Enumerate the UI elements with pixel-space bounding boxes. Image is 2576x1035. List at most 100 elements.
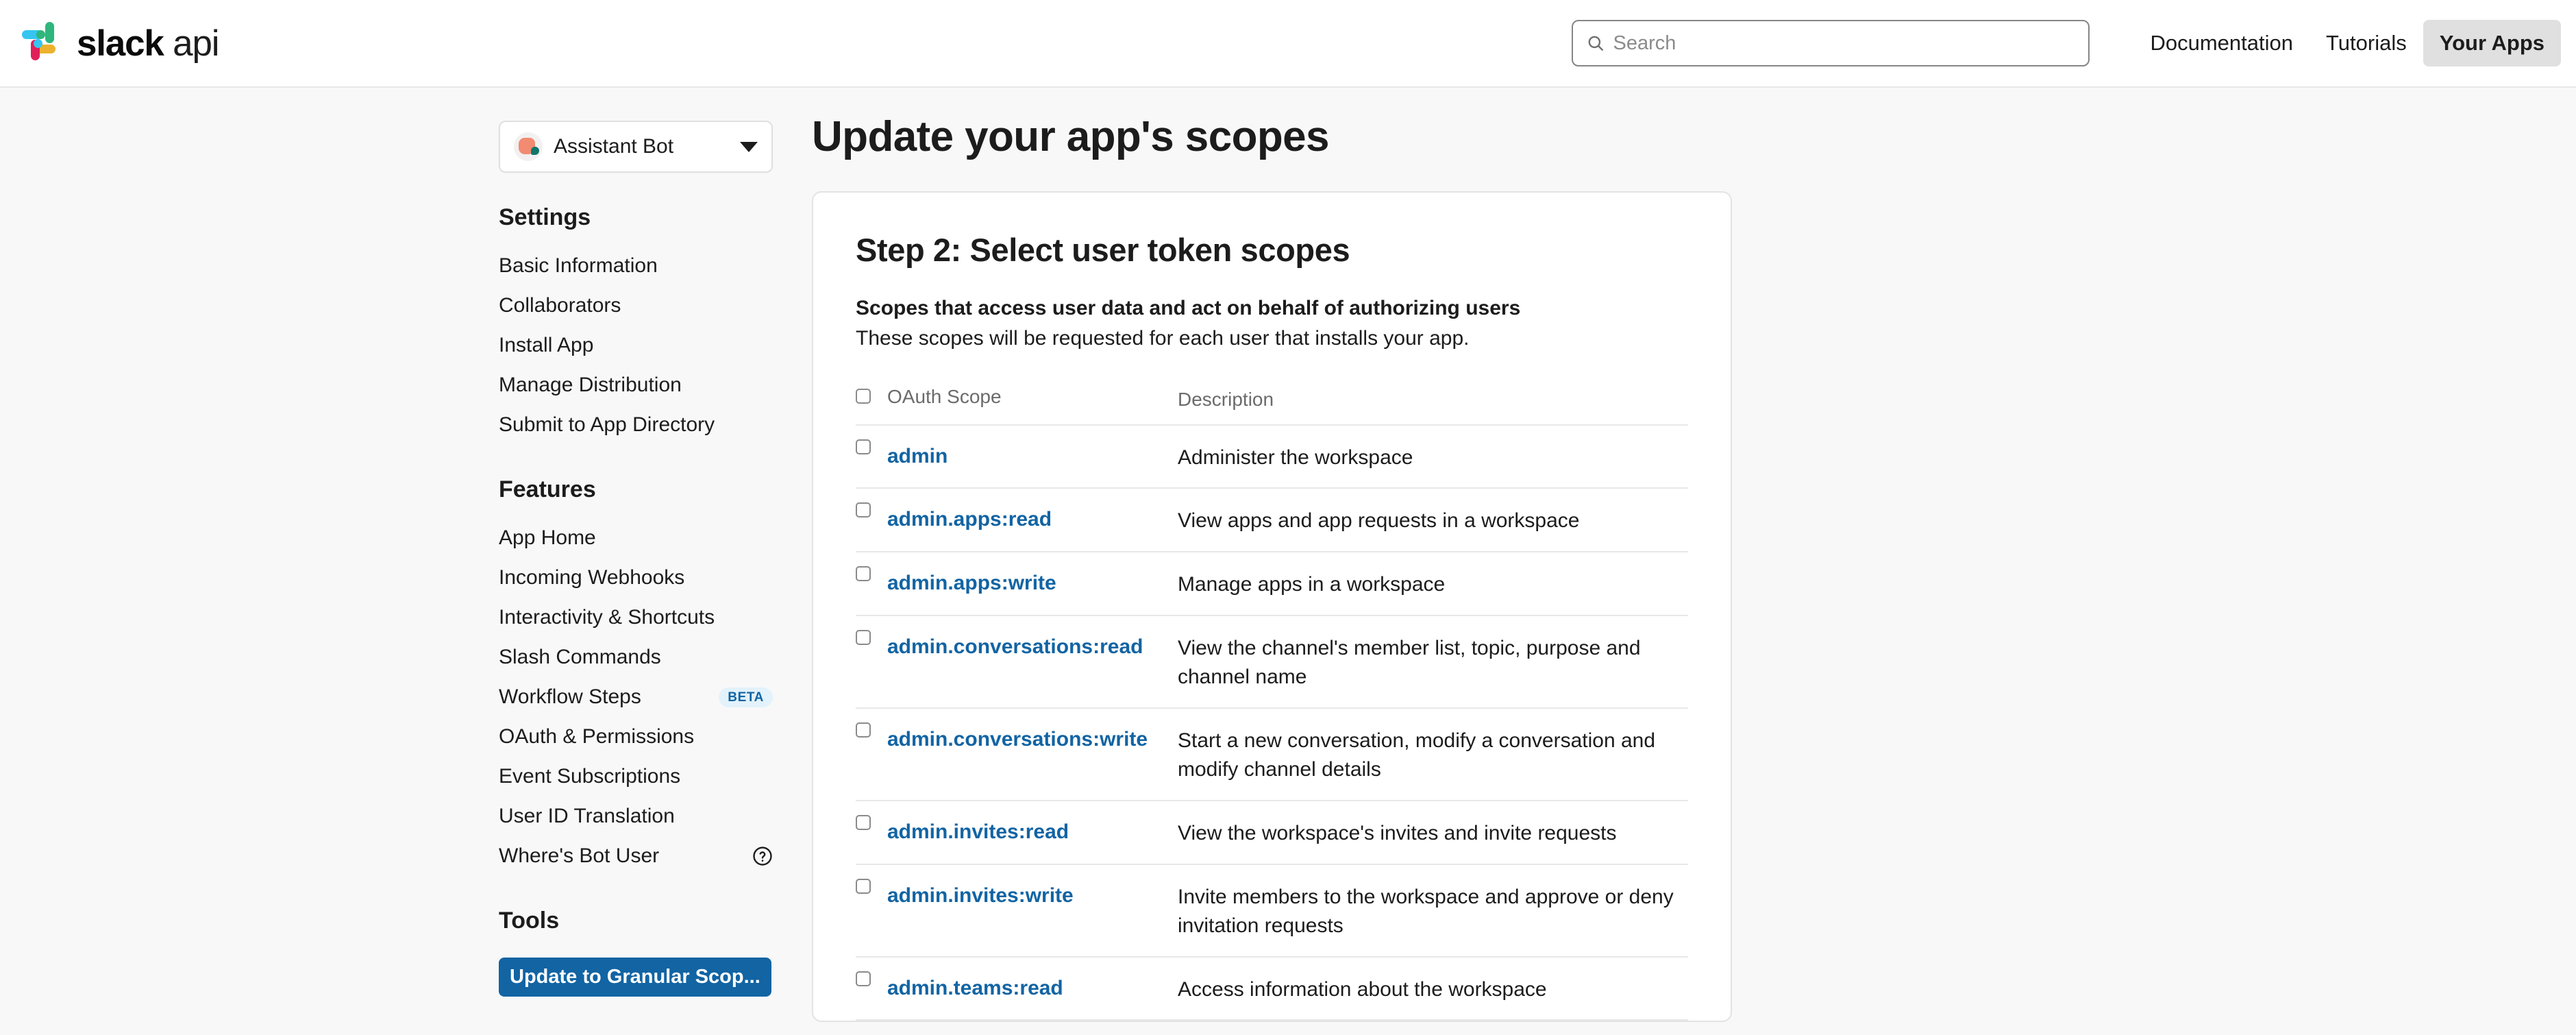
scope-link[interactable]: admin.teams:read — [887, 969, 1178, 1000]
oauth-scope-table: OAuth Scope Description admin Administer… — [856, 383, 1688, 1021]
brand-slack-text: slack — [77, 23, 164, 64]
chevron-down-icon — [740, 141, 758, 152]
sidebar-item-incoming-webhooks[interactable]: Incoming Webhooks — [499, 558, 773, 598]
scope-description: View the channel's member list, topic, p… — [1178, 636, 1641, 689]
scope-description: Invite members to the workspace and appr… — [1178, 885, 1674, 938]
scope-checkbox[interactable] — [856, 878, 871, 894]
row-checkbox-cell — [856, 876, 887, 894]
sidebar-item-label: Event Subscriptions — [499, 765, 681, 788]
table-row: admin.conversations:write Start a new co… — [856, 709, 1688, 801]
table-row: admin.apps:read View apps and app reques… — [856, 489, 1688, 552]
top-navigation-bar: slack api Documentation Tutorials Your A… — [0, 0, 2576, 88]
table-header-row: OAuth Scope Description — [856, 383, 1688, 426]
search-box[interactable] — [1572, 20, 2090, 66]
scope-link[interactable]: admin.invites:write — [887, 876, 1178, 908]
scope-checkbox[interactable] — [856, 814, 871, 830]
table-row: admin Administer the workspace — [856, 426, 1688, 489]
scope-checkbox[interactable] — [856, 502, 871, 518]
scope-link[interactable]: admin.invites:read — [887, 812, 1178, 844]
sidebar-item-label: Workflow Steps — [499, 685, 641, 708]
page-title: Update your app's scopes — [812, 113, 1329, 160]
update-to-granular-scopes-button[interactable]: Update to Granular Scop... — [499, 958, 771, 997]
sidebar-item-user-id-translation[interactable]: User ID Translation — [499, 796, 773, 836]
page-body: Assistant Bot Settings Basic Information… — [0, 88, 2576, 1035]
sidebar-item-label: Interactivity & Shortcuts — [499, 606, 715, 629]
sidebar-item-collaborators[interactable]: Collaborators — [499, 286, 773, 326]
row-checkbox-cell — [856, 437, 887, 454]
sidebar-item-label: Install App — [499, 334, 594, 356]
sidebar-item-interactivity-shortcuts[interactable]: Interactivity & Shortcuts — [499, 598, 773, 637]
sidebar-item-manage-distribution[interactable]: Manage Distribution — [499, 365, 773, 405]
scope-checkbox[interactable] — [856, 629, 871, 645]
scope-checkbox[interactable] — [856, 565, 871, 581]
brand-wordmark: slack api — [77, 23, 220, 64]
scope-description: Manage apps in a workspace — [1178, 572, 1446, 596]
scope-link[interactable]: admin.apps:write — [887, 563, 1178, 595]
row-checkbox-cell — [856, 969, 887, 986]
scope-description: Start a new conversation, modify a conve… — [1178, 729, 1656, 781]
column-header-description: Description — [1178, 389, 1274, 410]
column-header-oauth-scope: OAuth Scope — [887, 386, 1002, 407]
scope-link[interactable]: admin.conversations:write — [887, 720, 1178, 751]
search-input[interactable] — [1613, 21, 2089, 65]
scope-checkbox[interactable] — [856, 722, 871, 738]
table-row: admin.invites:write Invite members to th… — [856, 865, 1688, 958]
row-checkbox-cell — [856, 812, 887, 830]
card-subtitle: These scopes will be requested for each … — [856, 326, 1470, 350]
scope-link[interactable]: admin.apps:read — [887, 500, 1178, 531]
sidebar-item-label: Incoming Webhooks — [499, 566, 685, 589]
sidebar-item-submit-to-app-directory[interactable]: Submit to App Directory — [499, 405, 773, 445]
row-checkbox-cell — [856, 500, 887, 518]
sidebar-item-label: App Home — [499, 526, 596, 549]
nav-your-apps[interactable]: Your Apps — [2423, 20, 2561, 66]
select-all-cell — [856, 386, 887, 404]
scope-checkbox[interactable] — [856, 439, 871, 454]
slack-api-logo[interactable]: slack api — [22, 0, 220, 86]
sidebar: Assistant Bot Settings Basic Information… — [0, 88, 812, 1035]
nav-documentation[interactable]: Documentation — [2133, 20, 2309, 66]
sidebar-item-label: Manage Distribution — [499, 374, 682, 396]
nav-tutorials[interactable]: Tutorials — [2309, 20, 2423, 66]
table-row: admin.apps:write Manage apps in a worksp… — [856, 552, 1688, 616]
select-all-checkbox[interactable] — [856, 389, 871, 404]
app-avatar-icon — [514, 132, 543, 161]
sidebar-group-tools-title: Tools — [499, 908, 560, 934]
sidebar-item-label: User ID Translation — [499, 805, 675, 827]
sidebar-item-event-subscriptions[interactable]: Event Subscriptions — [499, 757, 773, 796]
card-subtitle-strong: Scopes that access user data and act on … — [856, 297, 1521, 319]
help-circle-icon[interactable] — [752, 846, 773, 866]
table-row: admin.invites:read View the workspace's … — [856, 801, 1688, 865]
sidebar-item-basic-information[interactable]: Basic Information — [499, 246, 773, 286]
sidebar-item-install-app[interactable]: Install App — [499, 326, 773, 365]
sidebar-item-label: Basic Information — [499, 254, 658, 277]
scope-link[interactable]: admin.conversations:read — [887, 627, 1178, 659]
app-selector-label: Assistant Bot — [554, 135, 674, 158]
sidebar-item-app-home[interactable]: App Home — [499, 518, 773, 558]
sidebar-item-label: Collaborators — [499, 294, 621, 317]
sidebar-item-oauth-permissions[interactable]: OAuth & Permissions — [499, 717, 773, 757]
sidebar-item-wheres-bot-user[interactable]: Where's Bot User — [499, 836, 773, 876]
scope-description: View the workspace's invites and invite … — [1178, 821, 1617, 844]
scope-checkbox[interactable] — [856, 971, 871, 986]
sidebar-item-workflow-steps[interactable]: Workflow Steps BETA — [499, 677, 773, 717]
scopes-card: Step 2: Select user token scopes Scopes … — [812, 191, 1732, 1023]
app-selector-dropdown[interactable]: Assistant Bot — [499, 121, 773, 173]
sidebar-item-label: Where's Bot User — [499, 844, 660, 867]
scope-link[interactable]: admin — [887, 437, 1178, 468]
beta-badge: BETA — [719, 687, 773, 707]
slack-logo-icon — [22, 22, 64, 64]
sidebar-item-label: Submit to App Directory — [499, 413, 715, 436]
search-icon — [1589, 36, 1604, 51]
main-content: Update your app's scopes Step 2: Select … — [812, 88, 2576, 1023]
table-row: admin.teams:read Access information abou… — [856, 958, 1688, 1021]
row-checkbox-cell — [856, 627, 887, 645]
sidebar-item-label: OAuth & Permissions — [499, 725, 695, 748]
scope-description: Access information about the workspace — [1178, 977, 1547, 1001]
card-title: Step 2: Select user token scopes — [856, 232, 1350, 268]
row-checkbox-cell — [856, 720, 887, 738]
sidebar-group-features-title: Features — [499, 476, 596, 502]
sidebar-item-slash-commands[interactable]: Slash Commands — [499, 637, 773, 677]
top-nav-right-group: Documentation Tutorials Your Apps — [1572, 20, 2576, 66]
scope-description: Administer the workspace — [1178, 446, 1413, 469]
row-checkbox-cell — [856, 563, 887, 581]
